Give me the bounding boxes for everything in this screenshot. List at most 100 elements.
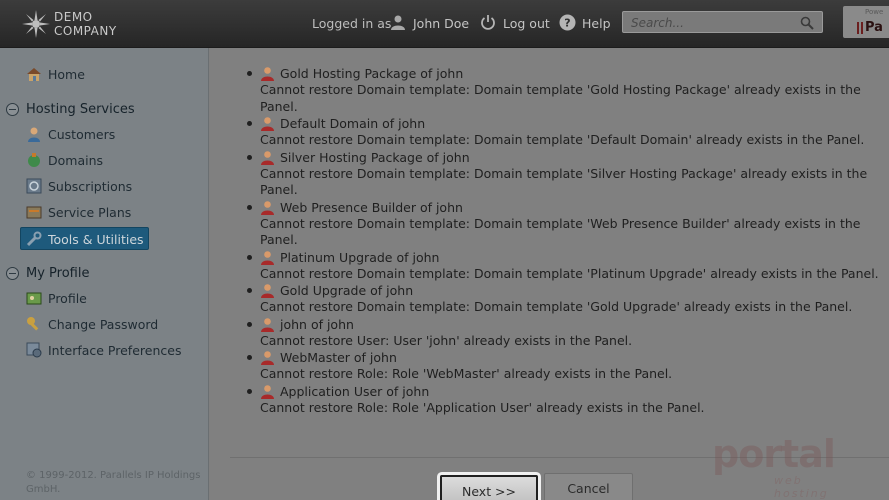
sidebar-item-label: Customers [48, 126, 116, 142]
entry-message: Cannot restore Role: Role 'WebMaster' al… [260, 366, 673, 381]
cancel-button[interactable]: Cancel [544, 473, 633, 500]
parallels-bar-icon [857, 22, 859, 34]
search-icon[interactable] [800, 16, 814, 30]
copyright-footer: © 1999-2012. Parallels IP Holdings GmbH. [26, 470, 201, 495]
entry-message: Cannot restore User: User 'john' already… [260, 332, 633, 348]
user-name-link[interactable]: John Doe [413, 16, 469, 31]
sidebar-item-label: Domains [48, 152, 104, 168]
collapse-toggle-icon[interactable] [6, 266, 19, 280]
sidebar-item-interface-preferences[interactable]: Interface Preferences [26, 340, 181, 360]
sidebar-item-customers[interactable]: Customers [26, 124, 115, 144]
user-icon [261, 150, 274, 165]
list-item: Silver Hosting Package of john Cannot res… [247, 149, 880, 199]
powered-by-badge[interactable]: Powe Pa [843, 6, 889, 38]
bullet-icon [247, 121, 252, 126]
entry-message: Cannot restore Domain template: Domain t… [260, 82, 861, 114]
entry-header: WebMaster of john [247, 349, 880, 366]
restore-results-list: Gold Hosting Package of john Cannot resto… [247, 65, 880, 417]
key-icon [27, 317, 39, 331]
section-hosting-services[interactable]: Hosting Services [6, 99, 135, 119]
sidebar-item-label: Home [48, 66, 85, 82]
svg-text:?: ? [564, 17, 570, 30]
entry-header: Silver Hosting Package of john [247, 149, 880, 166]
sidebar-item-subscriptions[interactable]: Subscriptions [26, 176, 132, 196]
logout-link[interactable]: Log out [503, 16, 550, 31]
list-item: Default Domain of john Cannot restore Dom… [247, 115, 880, 149]
top-header: DEMO COMPANY Logged in as John Doe Log o… [0, 0, 889, 48]
entry-title: Gold Upgrade of john [280, 283, 414, 298]
search-input[interactable]: Search... [622, 11, 823, 33]
tools-wrench-icon [26, 231, 42, 247]
section-title: My Profile [26, 265, 90, 281]
sidebar-item-domains[interactable]: Domains [26, 150, 103, 170]
logo-line-1: DEMO [54, 10, 93, 24]
user-icon [261, 200, 274, 215]
help-link[interactable]: Help [582, 16, 611, 31]
list-item: Web Presence Builder of john Cannot resto… [247, 199, 880, 249]
entry-message: Cannot restore Role: Role 'Application U… [260, 399, 705, 415]
section-title: Hosting Services [26, 101, 135, 117]
next-button[interactable]: Next >> [440, 475, 538, 500]
list-item: Application User of john Cannot restore R… [247, 383, 880, 417]
company-logo-icon [22, 10, 50, 38]
powered-by-label: Powe [865, 8, 884, 16]
entry-header: Web Presence Builder of john [247, 199, 880, 216]
logged-in-label: Logged in as [312, 16, 392, 31]
entry-title: Application User of john [280, 383, 430, 399]
bullet-icon [247, 355, 252, 360]
domains-globe-icon [28, 153, 40, 167]
list-item: john of john Cannot restore User: User 'j… [247, 316, 880, 350]
watermark-subtext: web hosting [774, 474, 829, 500]
entry-message: Cannot restore Domain template: Domain t… [260, 299, 853, 314]
subscriptions-icon [26, 178, 42, 194]
logout-power-icon[interactable] [480, 14, 496, 30]
parallels-bar-icon [861, 22, 863, 34]
entry-message: Cannot restore Domain template: Domain t… [260, 265, 879, 281]
sidebar-item-change-password[interactable]: Change Password [26, 314, 158, 334]
entry-header: Gold Upgrade of john [247, 282, 880, 299]
list-item: Platinum Upgrade of john Cannot restore D… [247, 249, 880, 283]
preferences-icon [26, 342, 42, 358]
entry-message: Cannot restore Domain template: Domain t… [260, 165, 868, 198]
sidebar-item-label: Subscriptions [48, 178, 133, 194]
sidebar-item-service-plans[interactable]: Service Plans [26, 202, 131, 222]
bullet-icon [247, 288, 252, 293]
entry-message: Cannot restore Domain template: Domain t… [260, 215, 861, 248]
bullet-icon [247, 71, 252, 76]
sidebar-item-label: Interface Preferences [48, 342, 182, 358]
watermark-logo: portal web hosting [712, 432, 862, 500]
collapse-toggle-icon[interactable] [6, 102, 19, 116]
entry-header: Application User of john [247, 383, 880, 400]
sidebar: Home Hosting Services Customers Domains … [0, 48, 209, 500]
profile-card-icon [26, 292, 42, 305]
customers-icon [28, 127, 40, 142]
entry-title: Silver Hosting Package of john [280, 149, 470, 165]
sidebar-item-label: Service Plans [48, 204, 132, 220]
user-icon [261, 67, 274, 81]
search-placeholder: Search... [631, 16, 684, 30]
user-icon [261, 250, 274, 265]
bullet-icon [247, 204, 252, 210]
list-item: Gold Hosting Package of john Cannot resto… [247, 65, 880, 115]
entry-title: Web Presence Builder of john [280, 199, 463, 215]
entry-header: Default Domain of john [247, 115, 880, 132]
powered-by-name: Pa [865, 20, 883, 35]
entry-title: Platinum Upgrade of john [280, 249, 440, 265]
sidebar-item-home[interactable]: Home [26, 64, 85, 84]
home-icon [27, 68, 41, 81]
bullet-icon [247, 321, 252, 327]
bullet-icon [247, 388, 252, 394]
section-my-profile[interactable]: My Profile [6, 263, 89, 283]
user-icon [391, 15, 405, 30]
sidebar-item-label: Tools & Utilities [48, 231, 144, 247]
sidebar-item-tools-utilities[interactable]: Tools & Utilities [20, 227, 149, 250]
entry-header: Gold Hosting Package of john [247, 65, 880, 82]
entry-title: Default Domain of john [280, 116, 426, 131]
user-icon [261, 384, 274, 399]
watermark-text: portal [712, 432, 836, 476]
service-plans-icon [26, 206, 42, 219]
logo-line-2: COMPANY [54, 24, 117, 38]
user-icon [261, 284, 274, 298]
sidebar-item-profile[interactable]: Profile [26, 288, 87, 308]
help-icon[interactable]: ? [559, 14, 576, 31]
